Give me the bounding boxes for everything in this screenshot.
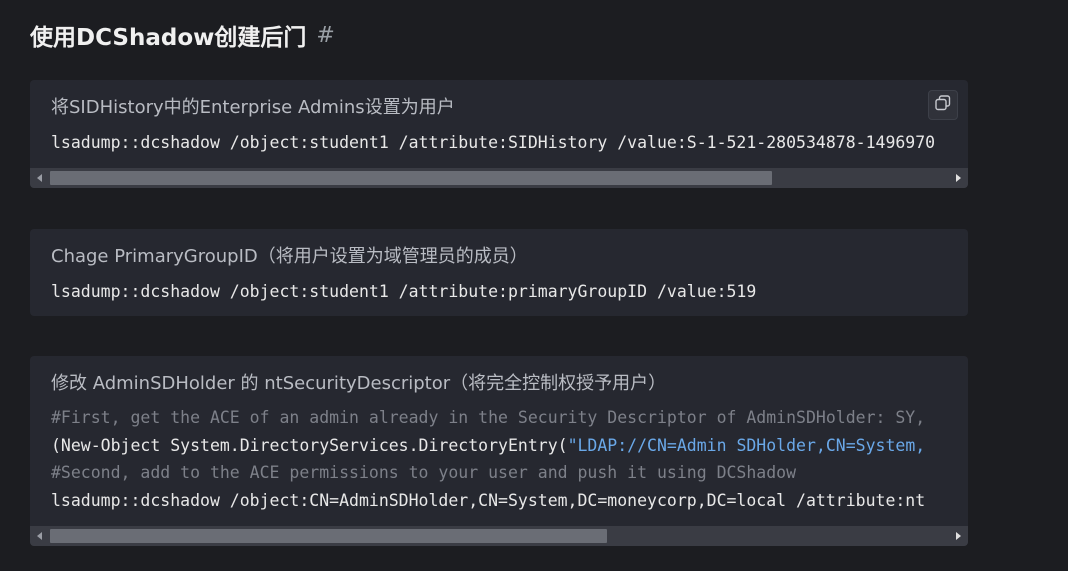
- section-title: 使用DCShadow创建后门: [30, 25, 307, 51]
- code-block-title: 将SIDHistory中的Enterprise Admins设置为用户: [51, 97, 455, 118]
- code-line: (New-Object System.DirectoryServices.Dir…: [51, 436, 925, 455]
- code-comment-line: #First, get the ACE of an admin already …: [51, 408, 926, 427]
- scroll-right-icon[interactable]: [948, 168, 968, 188]
- scroll-left-icon[interactable]: [30, 526, 50, 546]
- code-text: (New-Object System.DirectoryServices.Dir…: [51, 436, 568, 455]
- code-block-sidhistory: 将SIDHistory中的Enterprise Admins设置为用户 lsad…: [30, 80, 968, 188]
- code-block-adminsdholder: 修改 AdminSDHolder 的 ntSecurityDescriptor（…: [30, 356, 968, 546]
- code-block-primarygroupid: Chage PrimaryGroupID（将用户设置为域管理员的成员） lsad…: [30, 229, 968, 316]
- scroll-right-icon[interactable]: [948, 526, 968, 546]
- scroll-left-icon[interactable]: [30, 168, 50, 188]
- code-comment-line: #Second, add to the ACE permissions to y…: [51, 463, 797, 482]
- copy-button[interactable]: [928, 90, 958, 120]
- copy-icon: [934, 94, 952, 116]
- code-string: "LDAP://CN=Admin SDHolder,CN=System,: [567, 436, 926, 455]
- code-block-title: 修改 AdminSDHolder 的 ntSecurityDescriptor（…: [51, 373, 667, 394]
- horizontal-scrollbar[interactable]: [30, 168, 968, 188]
- code-line: lsadump::dcshadow /object:CN=AdminSDHold…: [51, 491, 926, 510]
- code-block-title: Chage PrimaryGroupID（将用户设置为域管理员的成员）: [51, 246, 528, 267]
- section-heading: 使用DCShadow创建后门 #: [30, 18, 335, 52]
- anchor-link[interactable]: #: [316, 23, 334, 48]
- horizontal-scrollbar[interactable]: [30, 526, 968, 546]
- code-line: lsadump::dcshadow /object:student1 /attr…: [51, 133, 936, 152]
- scrollbar-thumb[interactable]: [50, 171, 772, 185]
- scrollbar-thumb[interactable]: [50, 529, 607, 543]
- code-line: lsadump::dcshadow /object:student1 /attr…: [51, 282, 757, 301]
